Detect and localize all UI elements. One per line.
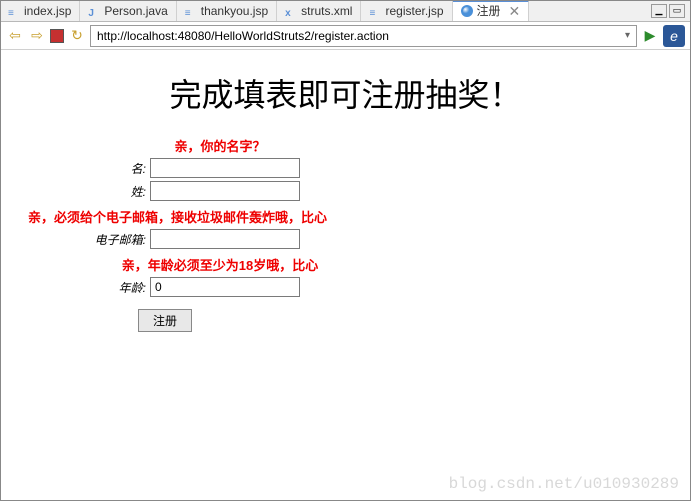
error-email: 亲，必须给个电子邮箱，接收垃圾邮件轰炸哦，比心 — [20, 207, 420, 226]
jsp-icon — [185, 5, 197, 17]
minimize-button[interactable]: ▁ — [651, 4, 667, 18]
tab-label: Person.java — [104, 4, 167, 18]
tab-register-jsp[interactable]: register.jsp — [361, 0, 452, 21]
label-email: 电子邮箱: — [20, 231, 150, 248]
xml-icon — [285, 5, 297, 17]
register-form: 亲，你的名字？ 名: 姓: 亲，必须给个电子邮箱，接收垃圾邮件轰炸哦，比心 电子… — [20, 136, 420, 332]
stop-button[interactable] — [50, 29, 64, 43]
error-age: 亲，年龄必须至少为18岁哦，比心 — [20, 255, 420, 274]
address-bar[interactable]: ▾ — [90, 25, 637, 47]
page-title: 完成填表即可注册抽奖！ — [20, 70, 671, 116]
tab-thankyou-jsp[interactable]: thankyou.jsp — [177, 0, 277, 21]
browser-engine-icon[interactable] — [663, 25, 685, 47]
tab-label: 注册 — [477, 2, 501, 19]
label-firstname: 名: — [20, 160, 150, 177]
browser-toolbar: ⇦ ⇨ ↻ ▾ ▶ — [0, 22, 691, 50]
globe-icon — [461, 5, 473, 17]
go-button[interactable]: ▶ — [641, 27, 659, 45]
watermark: blog.csdn.net/u010930289 — [449, 475, 679, 493]
window-controls: ▁ ▭ — [651, 4, 691, 18]
error-name: 亲，你的名字？ — [20, 136, 420, 155]
input-age[interactable] — [150, 277, 300, 297]
maximize-button[interactable]: ▭ — [669, 4, 685, 18]
chevron-down-icon[interactable]: ▾ — [621, 30, 630, 41]
tab-register-browser[interactable]: 注册 ✕ — [453, 0, 530, 21]
input-email[interactable] — [150, 229, 300, 249]
refresh-button[interactable]: ↻ — [68, 27, 86, 45]
close-icon[interactable]: ✕ — [509, 4, 521, 18]
submit-button[interactable]: 注册 — [138, 309, 192, 332]
tab-label: struts.xml — [301, 4, 352, 18]
label-lastname: 姓: — [20, 183, 150, 200]
tab-person-java[interactable]: Person.java — [80, 0, 176, 21]
tab-struts-xml[interactable]: struts.xml — [277, 0, 361, 21]
tab-index-jsp[interactable]: index.jsp — [0, 0, 80, 21]
page-content: 完成填表即可注册抽奖！ 亲，你的名字？ 名: 姓: 亲，必须给个电子邮箱，接收垃… — [0, 50, 691, 352]
tab-label: thankyou.jsp — [201, 4, 268, 18]
editor-tabs-bar: index.jsp Person.java thankyou.jsp strut… — [0, 0, 691, 22]
tab-label: index.jsp — [24, 4, 71, 18]
java-icon — [88, 5, 100, 17]
forward-button[interactable]: ⇨ — [28, 27, 46, 45]
input-firstname[interactable] — [150, 158, 300, 178]
url-input[interactable] — [97, 29, 621, 43]
back-button[interactable]: ⇦ — [6, 27, 24, 45]
tab-label: register.jsp — [385, 4, 443, 18]
label-age: 年龄: — [20, 279, 150, 296]
jsp-icon — [369, 5, 381, 17]
jsp-icon — [8, 5, 20, 17]
input-lastname[interactable] — [150, 181, 300, 201]
